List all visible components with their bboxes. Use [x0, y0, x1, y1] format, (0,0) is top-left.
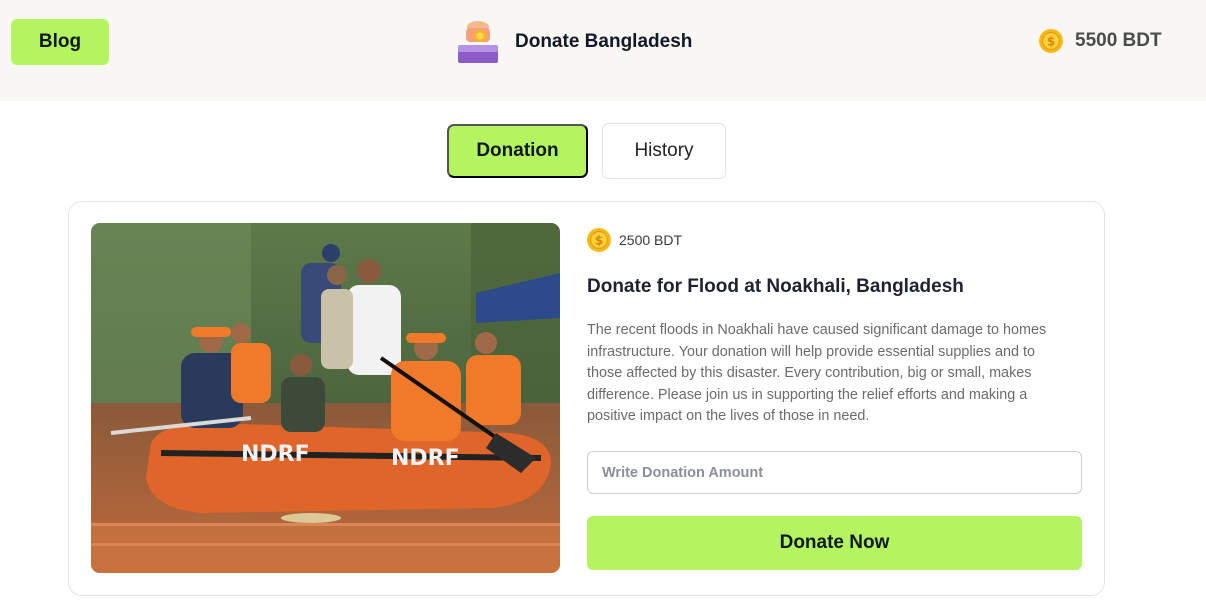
svg-text:NDRF: NDRF: [241, 442, 310, 467]
svg-text:$: $: [595, 234, 603, 248]
donation-box-icon: [456, 19, 500, 65]
tab-history[interactable]: History: [602, 123, 726, 179]
balance-amount: 5500 BDT: [1075, 30, 1162, 51]
donate-now-button[interactable]: Donate Now: [587, 516, 1082, 570]
brand[interactable]: Donate Bangladesh: [456, 19, 692, 65]
donation-amount-text: 2500 BDT: [619, 232, 683, 248]
flood-rescue-image: NDRF NDRF: [91, 223, 560, 573]
brand-title: Donate Bangladesh: [515, 31, 693, 52]
donation-description: The recent floods in Noakhali have cause…: [587, 322, 1047, 425]
coin-icon: $: [587, 228, 611, 252]
coin-icon: $: [1039, 29, 1063, 53]
top-header: Blog Donate Bangladesh $ 5500 BDT: [0, 0, 1206, 101]
tab-donation[interactable]: Donation: [447, 124, 588, 178]
blog-button[interactable]: Blog: [11, 19, 109, 65]
svg-text:NDRF: NDRF: [391, 446, 460, 471]
balance-display: $ 5500 BDT: [1039, 29, 1162, 53]
donation-title: Donate for Flood at Noakhali, Bangladesh: [587, 276, 964, 297]
svg-text:$: $: [1047, 35, 1055, 49]
donation-target: $ 2500 BDT: [587, 228, 682, 252]
donation-card: NDRF NDRF $ 2500 BDT Donate for Flood at…: [68, 201, 1105, 596]
donation-amount-input[interactable]: [587, 451, 1082, 494]
